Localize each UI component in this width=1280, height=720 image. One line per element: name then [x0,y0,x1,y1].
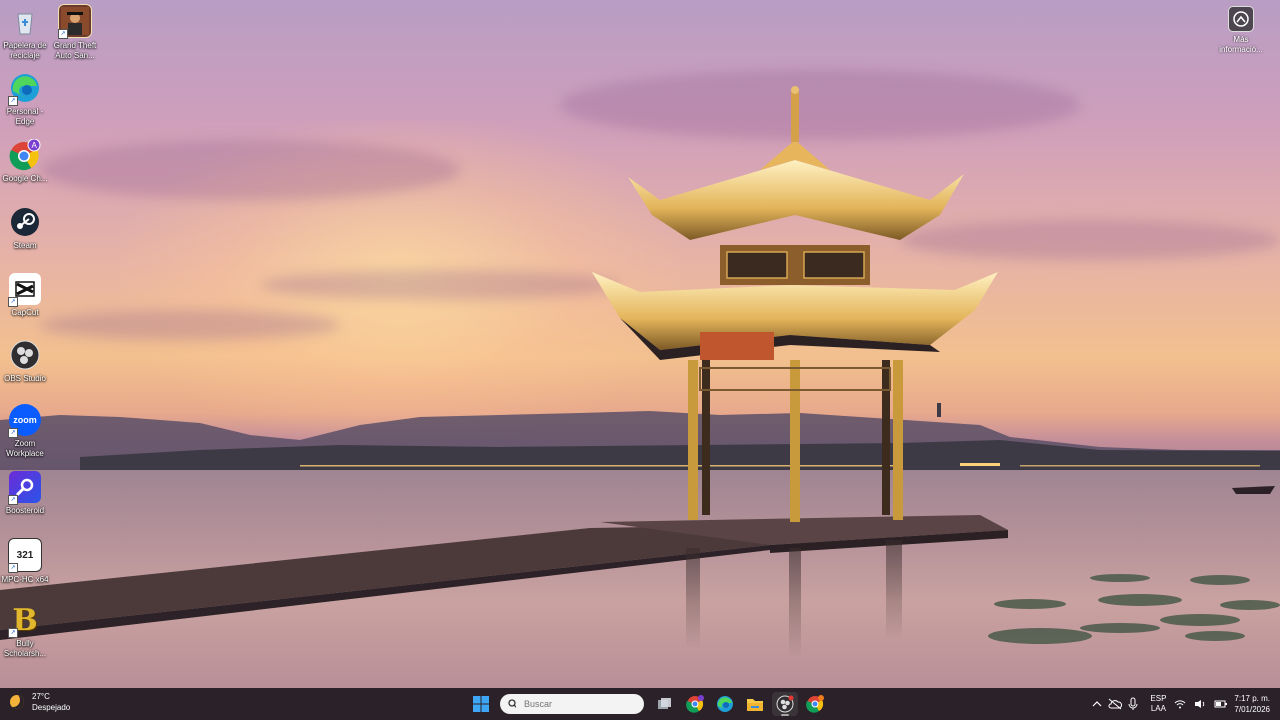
taskbar-obs[interactable] [772,692,798,716]
desktop-icon-recycle-bin[interactable]: Papelera de reciclaje [0,6,50,61]
desktop-icon-label: Papelera de reciclaje [3,41,47,60]
task-view-button[interactable] [652,692,678,716]
desktop-icon-zoom[interactable]: zoom ↗ Zoom Workplace [0,404,50,459]
edge-icon [717,696,733,712]
chevron-up-icon [1092,701,1102,707]
desktop-icon-obs[interactable]: OBS Studio [0,339,50,384]
weather-condition: Despejado [32,703,71,712]
camera-info-icon [1228,6,1254,32]
desktop-icon-label: Zoom Workplace [6,439,44,458]
boosteroid-icon: ↗ [8,471,41,505]
weather-text: 27°C Despejado [32,691,70,713]
obs-icon [9,339,41,371]
desktop-icon-label: Boosteroid [5,506,45,515]
shortcut-arrow-icon: ↗ [58,29,68,39]
folder-icon [747,699,763,711]
shortcut-arrow-icon: ↗ [8,628,18,638]
wallpaper-info-label: Más informació... [1219,35,1263,54]
shortcut-arrow-icon: ↗ [8,563,18,573]
pagoda-pier [0,86,1280,658]
taskbar-chrome[interactable] [802,692,828,716]
recycle-bin-icon [9,6,41,38]
svg-text:A: A [32,141,38,150]
desktop-wallpaper [0,0,1280,688]
windows-start-icon [473,696,489,712]
clock[interactable]: 7:17 p. m. 7/01/2026 [1234,693,1270,715]
desktop-icon-label: Personal - Edge [6,107,44,126]
capcut-icon: ↗ [8,273,41,307]
gta-san-andreas-icon: ↗ [58,4,92,39]
bully-icon: B ↗ [8,603,41,638]
battery-icon [1214,700,1228,708]
desktop-icon-edge[interactable]: ↗ Personal - Edge [0,72,50,127]
desktop-icon-mpc-hc[interactable]: 321 ↗ MPC-HC x64 [0,538,50,585]
obs-icon [776,695,794,713]
desktop-icon-chrome[interactable]: A Google Ch... [0,139,50,184]
chrome-icon: A [9,139,41,171]
taskbar-search[interactable] [500,694,644,714]
steam-icon [9,206,41,238]
network-volume-battery[interactable] [1174,694,1228,714]
taskbar-file-explorer[interactable] [742,692,768,716]
weather-widget[interactable]: 27°C Despejado [10,691,70,713]
chrome-icon [806,695,824,713]
weather-temp: 27°C [32,692,50,701]
shortcut-arrow-icon: ↗ [8,96,18,106]
task-view-icon [658,698,671,709]
show-hidden-icons-button[interactable] [1088,694,1106,714]
desktop-icon-label: Steam [13,241,37,250]
chrome-icon [686,695,704,713]
edge-icon: ↗ [8,72,41,106]
zoom-icon: zoom ↗ [8,404,41,438]
shortcut-arrow-icon: ↗ [8,428,18,438]
desktop-icon-label: OBS Studio [4,374,46,383]
desktop-icon-label: CapCut [11,308,39,317]
microphone-icon [1128,697,1138,710]
mpc-hc-icon: 321 ↗ [8,538,42,573]
desktop-icon-label: MPC-HC x64 [1,575,49,584]
search-icon [508,699,516,708]
clock-date: 7/01/2026 [1234,705,1270,714]
taskbar-center [466,692,830,716]
desktop-icon-capcut[interactable]: ↗ CapCut [0,273,50,318]
input-language[interactable]: ESP LAA [1150,694,1166,714]
wifi-icon [1175,700,1186,709]
mpc-hc-logo-text: 321 [16,549,34,561]
wallpaper-info-widget[interactable]: Más informació... [1216,6,1266,55]
system-tray: ESP LAA 7:17 p. m. 7/01/2026 [1088,688,1280,720]
clock-time: 7:17 p. m. [1234,694,1270,703]
volume-icon [1195,700,1205,708]
desktop-icon-steam[interactable]: Steam [0,206,50,251]
desktop-icon-gta-san-andreas[interactable]: ↗ Grand Theft Auto San... [50,4,100,61]
tray-app-icon[interactable] [1106,694,1124,714]
microphone-button[interactable] [1124,694,1142,714]
search-input[interactable] [522,698,636,710]
keyboard-layout: LAA [1150,704,1166,713]
desktop-icon-label: Bully Scholarsh... [3,639,47,658]
language-code: ESP [1150,694,1167,703]
start-button[interactable] [468,692,494,716]
desktop-icon-boosteroid[interactable]: ↗ Boosteroid [0,471,50,516]
taskbar-chrome-profile[interactable] [682,692,708,716]
cloud-off-icon [1108,698,1123,710]
desktop-icon-bully[interactable]: B ↗ Bully Scholarsh... [0,603,50,659]
zoom-logo-text: zoom [13,415,37,425]
shortcut-arrow-icon: ↗ [8,495,18,505]
taskbar-edge[interactable] [712,692,738,716]
desktop-icon-label: Google Ch... [2,174,48,183]
shortcut-arrow-icon: ↗ [8,297,18,307]
desktop-icon-label: Grand Theft Auto San... [53,41,97,60]
moon-icon [10,695,24,709]
taskbar: 27°C Despejado Buscar ESP LAA 7:17 p. m.… [0,688,1280,720]
